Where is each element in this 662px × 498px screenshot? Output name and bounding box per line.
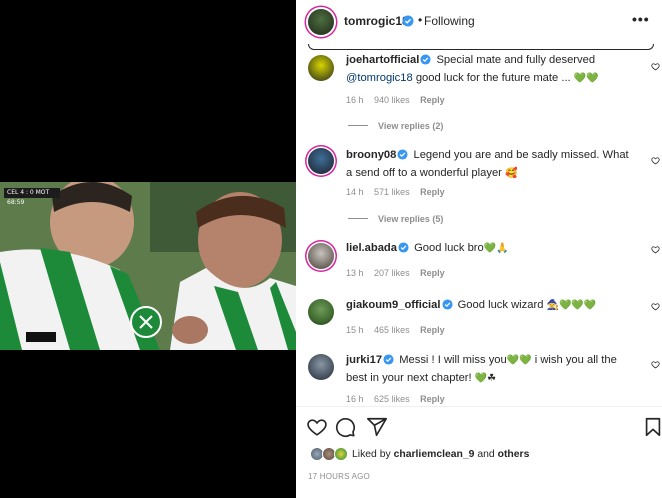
following-button[interactable]: Following xyxy=(424,14,475,28)
comment-time: 14 h xyxy=(346,187,364,197)
scoreboard: CEL 4 : 0 MOT 68:59 xyxy=(4,188,60,206)
comment-likes[interactable]: 207 likes xyxy=(374,268,410,278)
comment-body: Good luck wizard xyxy=(457,299,544,311)
comment-emoji: 💚☘ xyxy=(474,372,497,384)
comment-text: broony08 Legend you are and be sadly mis… xyxy=(346,148,636,181)
liker-username[interactable]: charliemclean_9 xyxy=(394,449,475,460)
commenter-avatar[interactable] xyxy=(308,354,334,380)
commenter-username[interactable]: broony08 xyxy=(346,149,396,161)
liked-by-text: Liked by charliemclean_9 and others xyxy=(352,449,529,460)
comment-time: 16 h xyxy=(346,95,364,105)
caption-edge xyxy=(308,44,654,50)
comment-icon[interactable] xyxy=(334,416,356,438)
video-frame xyxy=(0,182,296,350)
verified-icon xyxy=(383,354,394,371)
actions-divider xyxy=(296,406,662,407)
comment-text: giakoum9_official Good luck wizard 🧙💚💚💚 xyxy=(346,298,636,316)
comments-list[interactable]: joehartofficial Special mate and fully d… xyxy=(296,52,662,404)
header-separator: • xyxy=(418,13,423,27)
comment-meta: 15 h 465 likes Reply xyxy=(346,325,453,335)
share-icon[interactable] xyxy=(366,416,388,438)
comment-emoji: 🥰 xyxy=(505,167,518,179)
comment-text: liel.abada Good luck bro💚🙏 xyxy=(346,241,636,259)
comment-meta: 13 h 207 likes Reply xyxy=(346,268,453,278)
comment-emoji: 🧙💚💚💚 xyxy=(546,300,597,311)
comment-likes[interactable]: 625 likes xyxy=(374,394,410,404)
likes-others-link[interactable]: others xyxy=(498,449,530,460)
comment-meta: 16 h 625 likes Reply xyxy=(346,394,453,404)
view-replies-label: View replies (5) xyxy=(378,214,444,224)
reply-button[interactable]: Reply xyxy=(420,325,445,335)
comment-time: 13 h xyxy=(346,268,364,278)
comment-meta: 14 h 571 likes Reply xyxy=(346,187,453,197)
view-replies-button[interactable]: View replies (5) xyxy=(348,214,443,224)
post-panel: tomrogic18 • Following ••• joehartoffici… xyxy=(296,0,662,498)
commenter-avatar[interactable] xyxy=(308,243,334,269)
comment-likes[interactable]: 940 likes xyxy=(374,95,410,105)
heart-icon[interactable] xyxy=(306,416,328,438)
liked-by-and: and xyxy=(477,449,495,460)
commenter-username[interactable]: liel.abada xyxy=(346,242,397,254)
liked-by-prefix: Liked by xyxy=(352,449,391,460)
comment-body: Good luck bro xyxy=(414,242,484,254)
post-actions xyxy=(296,414,662,440)
comment-body: Special mate and fully deserved xyxy=(436,54,596,66)
replies-line xyxy=(348,125,368,126)
more-icon[interactable]: ••• xyxy=(632,11,650,27)
view-replies-button[interactable]: View replies (2) xyxy=(348,121,443,131)
heart-icon[interactable] xyxy=(651,156,660,165)
heart-icon[interactable] xyxy=(651,302,660,311)
commenter-username[interactable]: jurki17 xyxy=(346,354,382,366)
reply-button[interactable]: Reply xyxy=(420,187,445,197)
heart-icon[interactable] xyxy=(651,62,660,71)
heart-icon[interactable] xyxy=(651,360,660,369)
comment-body-cont: good luck for the future mate ... xyxy=(415,71,571,84)
author-username[interactable]: tomrogic18 xyxy=(344,14,409,28)
author-avatar[interactable] xyxy=(308,9,334,35)
verified-icon xyxy=(398,242,409,259)
comment-meta: 16 h 940 likes Reply xyxy=(346,95,453,105)
liker-avatar[interactable] xyxy=(334,447,348,461)
comment-likes[interactable]: 465 likes xyxy=(374,325,410,335)
media-pane: CEL 4 : 0 MOT 68:59 xyxy=(0,0,296,498)
video-player[interactable]: CEL 4 : 0 MOT 68:59 xyxy=(0,182,296,350)
mention-link[interactable]: @tomrogic18 xyxy=(346,72,413,84)
likes-summary: Liked by charliemclean_9 and others xyxy=(296,444,662,464)
post-timestamp[interactable]: 17 HOURS AGO xyxy=(308,472,370,481)
reply-button[interactable]: Reply xyxy=(420,95,445,105)
commenter-username[interactable]: joehartofficial xyxy=(346,54,419,66)
verified-icon xyxy=(397,149,408,166)
comment-likes[interactable]: 571 likes xyxy=(374,187,410,197)
comment-text: jurki17 Messi ! I will miss you💚💚 i wish… xyxy=(346,353,636,386)
comment-emoji: 💚💚 xyxy=(573,72,599,84)
heart-icon[interactable] xyxy=(651,245,660,254)
commenter-avatar[interactable] xyxy=(308,55,334,81)
post-header: tomrogic18 • Following ••• xyxy=(296,0,662,42)
comment-text: joehartofficial Special mate and fully d… xyxy=(346,53,636,86)
comment-emoji: 💚🙏 xyxy=(483,243,509,254)
commenter-avatar[interactable] xyxy=(308,148,334,174)
verified-icon xyxy=(420,54,431,71)
comment-emoji: 💚💚 xyxy=(506,355,532,366)
view-replies-label: View replies (2) xyxy=(378,121,444,131)
reply-button[interactable]: Reply xyxy=(420,394,445,404)
verified-icon xyxy=(441,299,453,316)
commenter-avatar[interactable] xyxy=(308,299,334,325)
comment-time: 15 h xyxy=(346,325,364,335)
comment-body: Messi ! I will miss you xyxy=(399,354,507,366)
replies-line xyxy=(348,218,368,219)
verified-icon xyxy=(402,14,414,32)
reply-button[interactable]: Reply xyxy=(420,268,445,278)
bookmark-icon[interactable] xyxy=(642,416,662,438)
comment-time: 16 h xyxy=(346,394,364,404)
commenter-username[interactable]: giakoum9_official xyxy=(346,299,441,311)
